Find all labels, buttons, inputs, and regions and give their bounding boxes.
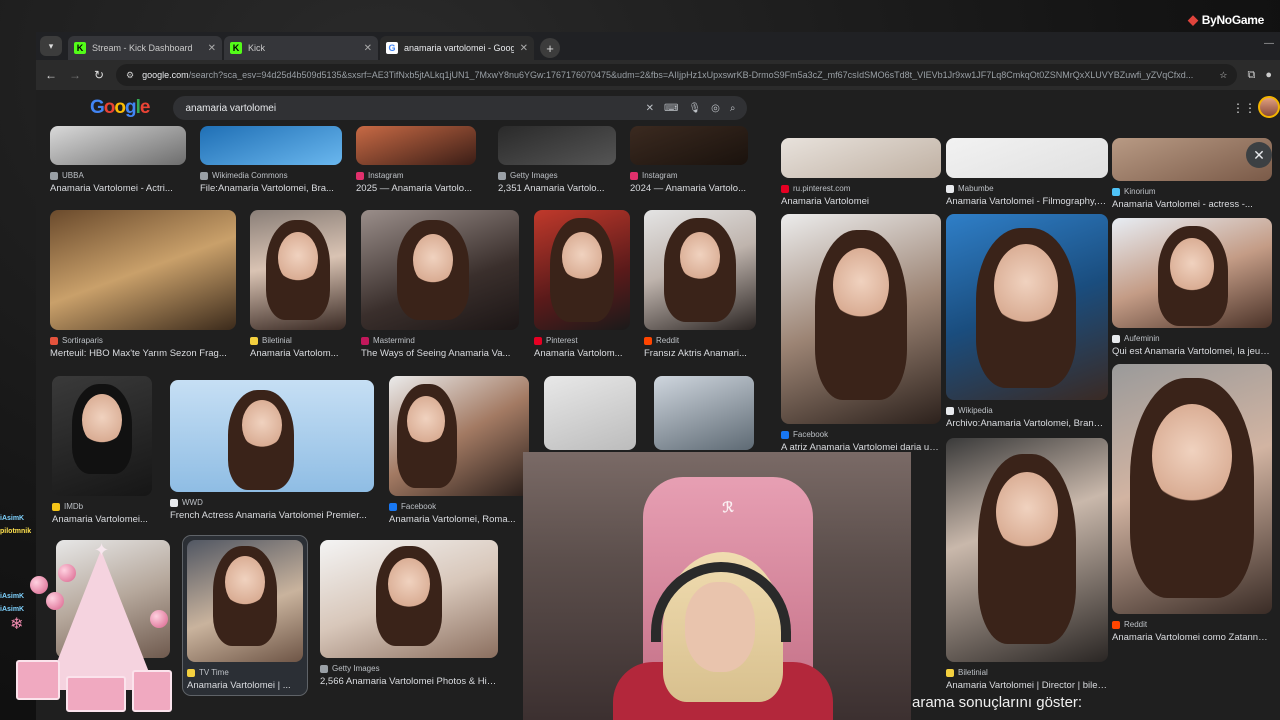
lens-icon[interactable]: ◎ [711, 103, 720, 114]
source-favicon-icon [389, 502, 397, 511]
avatar[interactable] [1258, 96, 1280, 118]
ornament-icon [58, 564, 76, 582]
image-result[interactable] [544, 376, 636, 450]
image-result[interactable]: Reddit Fransız Aktris Anamari... [644, 210, 756, 359]
logo-mark-icon: ◆ [1188, 12, 1198, 27]
ornament-icon [46, 592, 64, 610]
tab-kick-dashboard[interactable]: K Stream - Kick Dashboard ✕ [68, 36, 222, 60]
profile-icon[interactable]: ● [1265, 69, 1272, 81]
gift-icon [66, 676, 126, 712]
back-icon[interactable]: ← [44, 68, 58, 82]
image-result[interactable]: Instagram 2025 — Anamaria Vartolo... [356, 126, 476, 194]
image-result[interactable]: Mabumbe Anamaria Vartolomei - Filmograph… [946, 138, 1108, 207]
close-tab-icon[interactable]: ✕ [208, 43, 216, 54]
minimize-icon[interactable]: — [1264, 38, 1274, 49]
image-result[interactable]: Getty Images 2,351 Anamaria Vartolo... [498, 126, 616, 194]
ornament-icon [30, 576, 48, 594]
image-result[interactable]: WWD French Actress Anamaria Vartolomei P… [170, 380, 374, 521]
image-result[interactable]: Facebook A atriz Anamaria Vartolomei dar… [781, 214, 941, 453]
source-favicon-icon [946, 406, 954, 415]
tab-google-search[interactable]: G anamaria vartolomei - Google'd ✕ [380, 36, 534, 60]
image-result[interactable]: Wikipedia Archivo:Anamaria Vartolomei, B… [946, 214, 1108, 429]
snowflake-icon: ❄ [10, 616, 24, 633]
source-favicon-icon [320, 664, 328, 673]
google-apps-icon[interactable]: ⋮⋮ [1232, 101, 1256, 115]
keyboard-icon[interactable]: ⌨ [664, 103, 678, 114]
tab-kick[interactable]: K Kick ✕ [224, 36, 378, 60]
clear-icon[interactable]: ✕ [646, 103, 654, 114]
chat-username: pilotmnik [0, 528, 32, 535]
new-tab-button[interactable]: + [540, 38, 560, 58]
search-input[interactable]: anamaria vartolomei ✕ ⌨ 🎙 ◎ ⌕ [173, 96, 748, 120]
image-result[interactable]: Pinterest Anamaria Vartolom... [534, 210, 630, 359]
image-result[interactable]: Wikimedia Commons File:Anamaria Vartolom… [200, 126, 342, 194]
reload-icon[interactable]: ↻ [92, 68, 106, 82]
chair-logo: ℛ [721, 498, 735, 516]
microphone-icon[interactable]: 🎙 [688, 103, 701, 114]
webcam-overlay: ℛ [523, 452, 911, 720]
image-result[interactable]: Biletinial Anamaria Vartolomei | Directo… [946, 438, 1108, 691]
source-favicon-icon [534, 336, 542, 345]
star-icon: ✦ [94, 540, 110, 560]
image-result[interactable]: Instagram 2024 — Anamaria Vartolo... [630, 126, 748, 194]
source-favicon-icon [200, 171, 208, 180]
source-favicon-icon [498, 171, 506, 180]
source-favicon-icon [644, 336, 652, 345]
source-favicon-icon [1112, 620, 1120, 629]
kick-icon: K [74, 42, 86, 54]
image-result[interactable]: Facebook Anamaria Vartolomei, Roma... [389, 376, 529, 525]
address-bar: ← → ↻ ⚙ google.com/search?sca_esv=94d25d… [36, 60, 1280, 90]
site-info-icon[interactable]: ⚙ [126, 70, 134, 81]
source-favicon-icon [781, 184, 789, 193]
source-favicon-icon [946, 184, 954, 193]
gift-icon [16, 660, 60, 700]
close-tab-icon[interactable]: ✕ [364, 43, 372, 54]
image-result[interactable]: Aufeminin Qui est Anamaria Vartolomei, l… [1112, 218, 1272, 357]
close-tab-icon[interactable]: ✕ [520, 43, 528, 54]
image-result[interactable]: Sortiraparis Merteuil: HBO Max'te Yarım … [50, 210, 236, 359]
close-preview-button[interactable]: ✕ [1246, 142, 1272, 168]
ornament-icon [150, 610, 168, 628]
gift-icon [132, 670, 172, 712]
source-favicon-icon [1112, 334, 1120, 343]
google-icon: G [386, 42, 398, 54]
image-result[interactable]: IMDb Anamaria Vartolomei... [52, 376, 152, 525]
bookmark-star-icon[interactable]: ☆ [1219, 70, 1227, 81]
forward-icon[interactable]: → [68, 68, 82, 82]
source-favicon-icon [781, 430, 789, 439]
image-result[interactable]: UBBA Anamaria Vartolomei - Actri... [50, 126, 186, 194]
source-favicon-icon [946, 668, 954, 677]
source-favicon-icon [250, 336, 258, 345]
image-result-selected[interactable]: TV Time Anamaria Vartolomei | ... [182, 535, 308, 696]
source-favicon-icon [170, 498, 178, 507]
image-result[interactable]: Reddit Anamaria Vartolomei como Zatanna … [1112, 364, 1272, 643]
google-header: Google anamaria vartolomei ✕ ⌨ 🎙 ◎ ⌕ ⋮⋮ [36, 90, 1280, 126]
source-favicon-icon [50, 171, 58, 180]
tab-search-button[interactable]: ▾ [40, 36, 62, 56]
google-doodle-logo[interactable]: Google [90, 97, 150, 119]
image-result[interactable]: Biletinial Anamaria Vartolom... [250, 210, 346, 359]
chat-username: iAsimK [0, 515, 25, 522]
source-favicon-icon [50, 336, 58, 345]
source-favicon-icon [1112, 187, 1120, 196]
source-favicon-icon [52, 502, 60, 511]
source-favicon-icon [630, 171, 638, 180]
url-field[interactable]: ⚙ google.com/search?sca_esv=94d25d4b509d… [116, 64, 1238, 86]
extensions-icon[interactable]: ⧉ [1247, 69, 1255, 82]
stream-caption: arama sonuçlarını göster: [912, 694, 1083, 711]
image-result[interactable]: ru.pinterest.com Anamaria Vartolomei [781, 138, 941, 207]
search-icon[interactable]: ⌕ [730, 103, 736, 114]
image-result[interactable]: Mastermind The Ways of Seeing Anamaria V… [361, 210, 519, 359]
kick-icon: K [230, 42, 242, 54]
source-favicon-icon [356, 171, 364, 180]
source-favicon-icon [361, 336, 369, 345]
tab-strip: ▾ K Stream - Kick Dashboard ✕ K Kick ✕ G… [36, 32, 1280, 60]
stream-logo: ◆ ByNoGame [1188, 12, 1264, 27]
image-result[interactable] [654, 376, 754, 450]
image-result[interactable]: Getty Images 2,566 Anamaria Vartolomei P… [320, 540, 498, 687]
christmas-tree-decoration: ✦ ❄ [6, 540, 196, 720]
